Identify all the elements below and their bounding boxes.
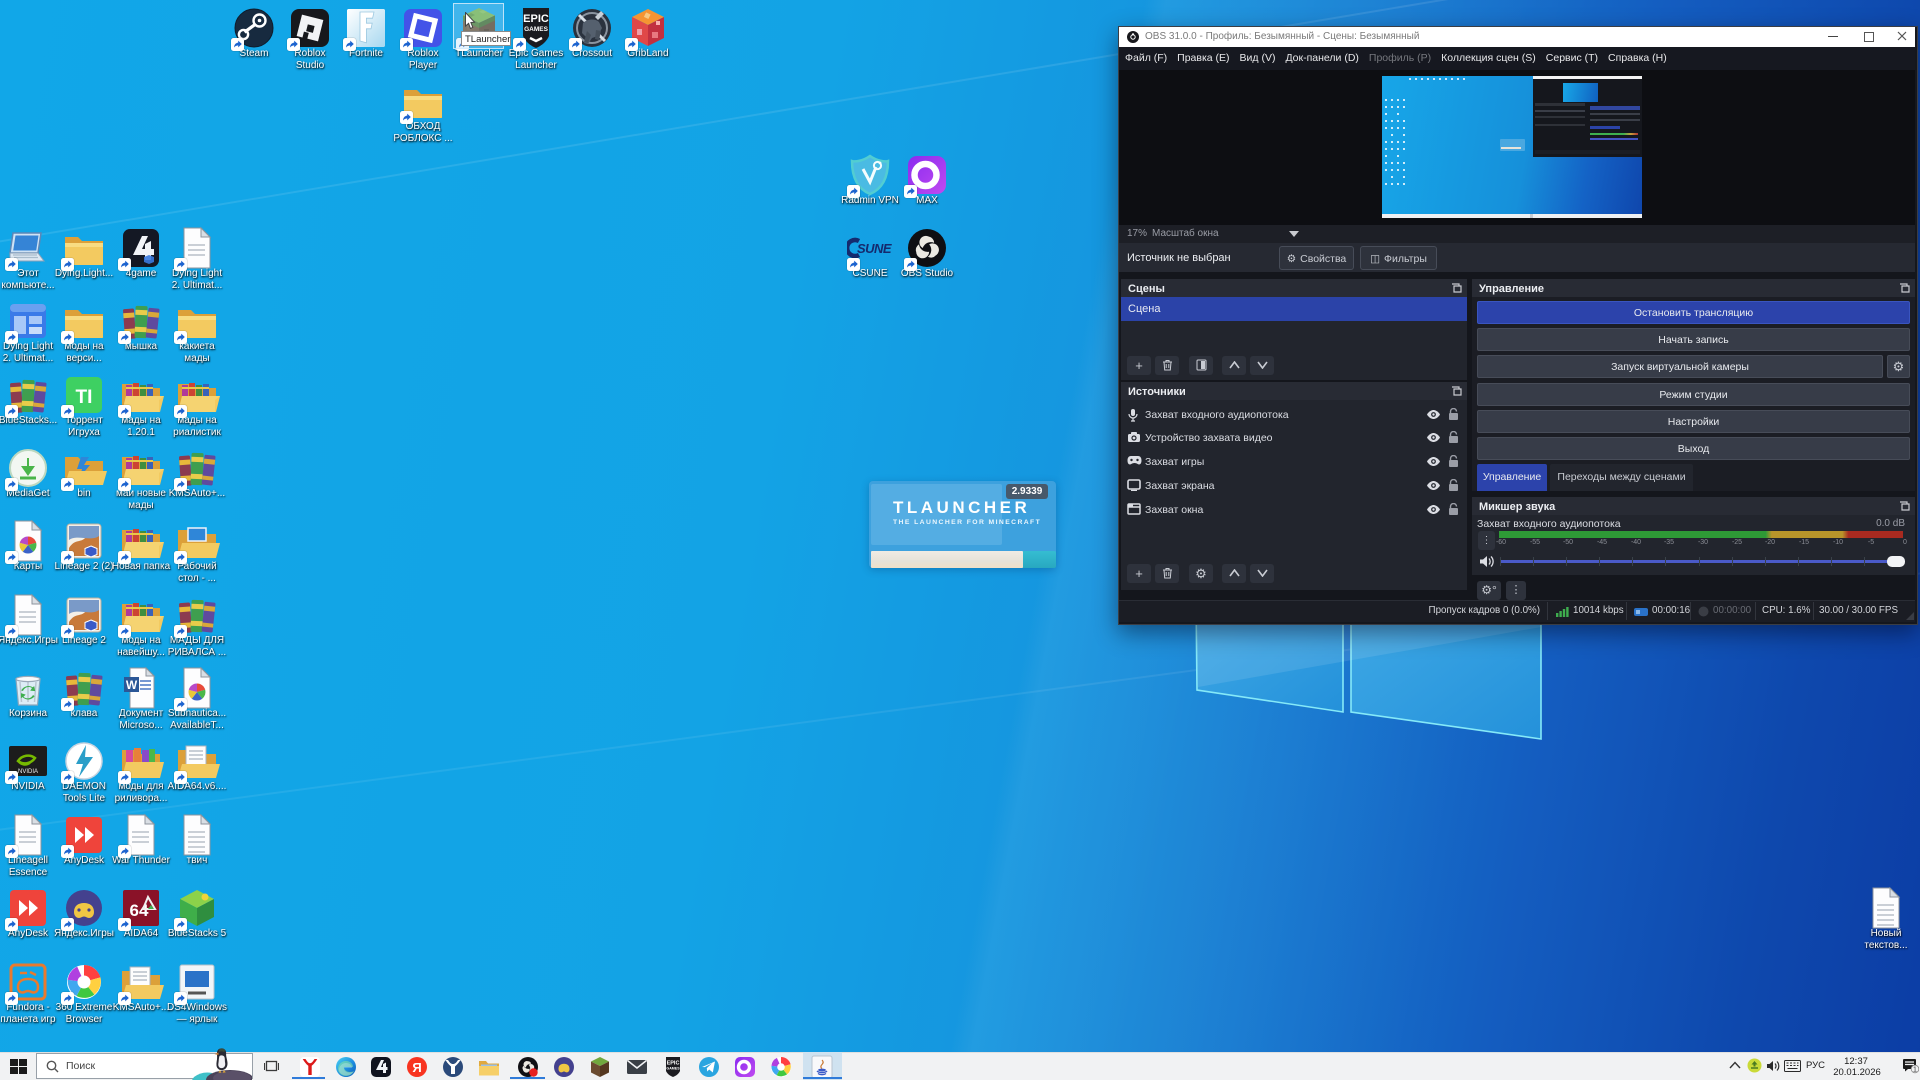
- svg-text:W: W: [126, 678, 138, 692]
- svg-text:SUNE: SUNE: [857, 241, 892, 256]
- svg-text:EPIC: EPIC: [523, 13, 549, 25]
- svg-text:GAMES: GAMES: [666, 1067, 680, 1071]
- svg-text:1: 1: [1913, 1067, 1917, 1074]
- svg-text:Я: Я: [412, 1060, 421, 1075]
- svg-text:TI: TI: [76, 387, 93, 408]
- svg-text:NVIDIA: NVIDIA: [18, 769, 38, 775]
- svg-text:GAMES: GAMES: [524, 26, 549, 33]
